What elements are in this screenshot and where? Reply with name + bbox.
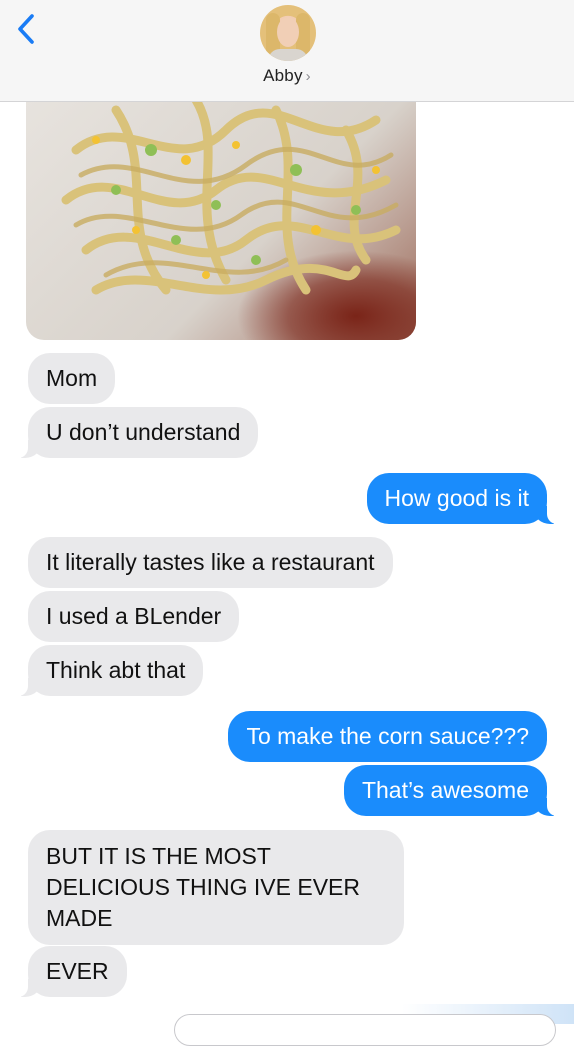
message-bubble[interactable]: That’s awesome (343, 765, 558, 816)
message-bubble[interactable]: How good is it (366, 473, 558, 524)
message-bubble[interactable]: U don’t understand (17, 407, 259, 458)
chevron-right-icon: › (305, 68, 311, 85)
message-bubble[interactable]: It literally tastes like a restaurant (28, 537, 393, 588)
conversation-header: Abby › (0, 0, 574, 102)
contact-name-button[interactable]: Abby › (0, 66, 574, 86)
message-bubble[interactable]: To make the corn sauce??? (228, 711, 547, 762)
message-bubble[interactable]: Mom (28, 353, 116, 404)
message-text: It literally tastes like a restaurant (46, 549, 375, 575)
avatar[interactable] (260, 5, 316, 61)
message-text: To make the corn sauce??? (246, 723, 529, 749)
message-text: Mom (46, 365, 98, 391)
message-text: U don’t understand (46, 419, 241, 445)
message-text: EVER (46, 958, 109, 984)
message-bubble[interactable]: Think abt that (17, 645, 204, 696)
message-bubble[interactable]: BUT IT IS THE MOST DELICIOUS THING IVE E… (28, 830, 404, 945)
message-bubble[interactable]: I used a BLender (28, 591, 240, 642)
message-text: I used a BLender (46, 603, 222, 629)
message-text: That’s awesome (361, 777, 529, 803)
message-text: BUT IT IS THE MOST DELICIOUS THING IVE E… (46, 843, 360, 931)
pasta-photo[interactable] (26, 100, 416, 340)
message-input[interactable] (174, 1014, 556, 1046)
message-text: How good is it (384, 485, 529, 511)
contact-name: Abby (263, 66, 303, 85)
message-text: Think abt that (46, 657, 186, 683)
message-bubble[interactable]: EVER (18, 946, 127, 997)
back-chevron-icon[interactable] (14, 12, 40, 46)
